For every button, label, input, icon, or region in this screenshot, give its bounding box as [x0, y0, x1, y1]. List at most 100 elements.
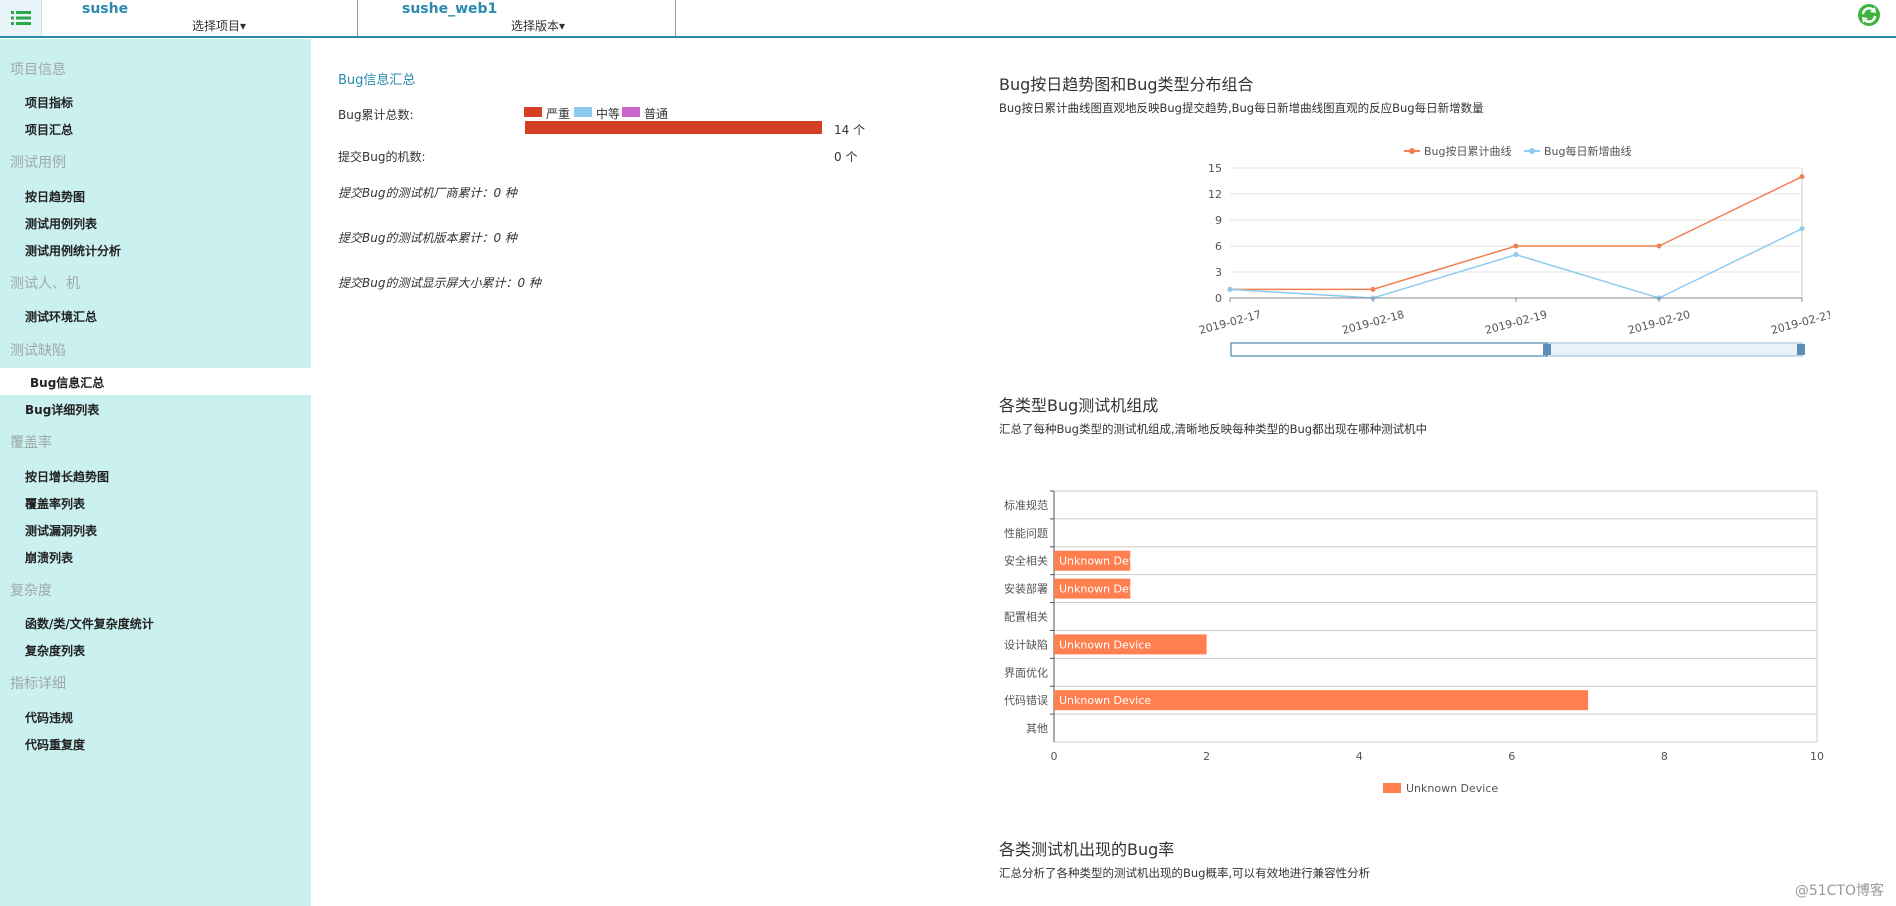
- device-section-subtitle: 汇总了每种Bug类型的测试机组成,清晰地反映每种类型的Bug都出现在哪种测试机中: [999, 422, 1428, 436]
- data-point: [1370, 286, 1376, 292]
- category-label: 配置相关: [1004, 610, 1048, 624]
- sidebar-item-crash-list[interactable]: 崩溃列表: [25, 549, 73, 566]
- x-tick-label: 2019-02-17: [1198, 308, 1263, 337]
- x-tick-label: 0: [1051, 750, 1058, 763]
- bug-trend-line-chart: Bug按日累计曲线 Bug每日新增曲线 0 3 6 9 12 15 2019-02-17 201…: [1198, 144, 1830, 357]
- x-tick-label: 2019-02-21: [1770, 308, 1830, 337]
- x-tick-label: 2019-02-19: [1484, 308, 1549, 337]
- category-label: 设计缺陷: [1004, 637, 1048, 651]
- x-tick-label: 10: [1810, 750, 1824, 763]
- version-name: sushe_web1: [402, 1, 498, 17]
- zoom-slider-window[interactable]: [1230, 342, 1548, 357]
- data-point: [1513, 243, 1519, 249]
- sidebar-item-project-summary[interactable]: 项目汇总: [25, 121, 73, 138]
- x-tick-label: 2: [1203, 750, 1210, 763]
- sidebar-nav: 项目信息 项目指标 项目汇总 测试用例 按日趋势图 测试用例列表 测试用例统计分…: [0, 39, 311, 906]
- y-tick-label: 15: [1208, 162, 1222, 175]
- y-tick-label: 12: [1208, 188, 1222, 201]
- sidebar-section-title: 复杂度: [10, 583, 52, 599]
- version-selector[interactable]: sushe_web1 选择版本▾: [358, 0, 676, 36]
- legend-swatch-normal: [622, 107, 640, 117]
- sidebar-section-title: 覆盖率: [10, 435, 52, 451]
- vendor-count-label: 提交Bug的测试机厂商累计：0 种: [338, 186, 517, 200]
- legend-label: Bug每日新增曲线: [1544, 144, 1632, 158]
- chart-grid: [1230, 167, 1803, 299]
- legend-swatch-severe: [524, 107, 542, 117]
- watermark: @51CTO博客: [1794, 883, 1884, 899]
- caret-down-icon: ▾: [240, 19, 247, 33]
- legend-label: Unknown Device: [1406, 782, 1498, 795]
- category-label: 标准规范: [1004, 498, 1048, 512]
- category-label: 安装部署: [1004, 582, 1048, 596]
- chart-axis: 0 3 6 9 12 15 2019-02-17 2019-02-18 2019-02-19 20…: [1198, 162, 1830, 337]
- data-point: [1799, 226, 1805, 232]
- sidebar-item-env-summary[interactable]: 测试环境汇总: [25, 308, 97, 325]
- machines-label: 提交Bug的机数:: [338, 150, 426, 164]
- data-point: [1656, 243, 1662, 249]
- os-version-count-label: 提交Bug的测试机版本累计：0 种: [338, 231, 517, 245]
- device-section-title: 各类型Bug测试机组成: [999, 396, 1159, 415]
- x-tick-label: 2019-02-18: [1341, 308, 1406, 337]
- legend-swatch-medium: [574, 107, 592, 117]
- top-bar: sushe 选择项目▾ sushe_web1 选择版本▾: [0, 0, 1896, 38]
- trend-section-title: Bug按日趋势图和Bug类型分布组合: [999, 75, 1254, 94]
- rate-section-title: 各类测试机出现的Bug率: [999, 840, 1175, 859]
- bug-total-bar: [525, 121, 822, 134]
- y-tick-label: 6: [1215, 240, 1222, 253]
- sidebar-item-code-violation[interactable]: 代码违规: [25, 709, 73, 726]
- zoom-slider-handle-left[interactable]: [1543, 344, 1551, 355]
- x-tick-label: 8: [1661, 750, 1668, 763]
- legend-label-medium: 中等: [596, 107, 621, 121]
- sidebar-item-project-metrics[interactable]: 项目指标: [25, 94, 73, 111]
- sidebar-section-title: 指标详细: [10, 676, 66, 692]
- caret-down-icon: ▾: [559, 19, 566, 33]
- chart-legend: Bug按日累计曲线 Bug每日新增曲线: [1404, 144, 1632, 158]
- refresh-icon[interactable]: [1856, 2, 1882, 28]
- sidebar-item-testcase-list[interactable]: 测试用例列表: [25, 215, 97, 232]
- sidebar-section-title: 测试用例: [10, 155, 66, 171]
- data-point: [1799, 174, 1805, 180]
- legend-swatch: [1383, 783, 1401, 793]
- category-label: 代码错误: [1004, 693, 1048, 707]
- machines-value: 0 个: [834, 150, 858, 164]
- sidebar-item-coverage-list[interactable]: 覆盖率列表: [25, 495, 85, 512]
- project-dropdown[interactable]: 选择项目▾: [192, 17, 246, 34]
- list-menu-icon: [10, 11, 31, 25]
- legend-marker: [1529, 148, 1535, 154]
- bug-total-label: Bug累计总数:: [338, 108, 414, 122]
- project-selector[interactable]: sushe 选择项目▾: [42, 0, 358, 36]
- page-title: Bug信息汇总: [338, 73, 416, 88]
- category-label: 界面优化: [1004, 665, 1048, 679]
- category-label: 性能问题: [1004, 526, 1048, 540]
- y-tick-label: 9: [1215, 214, 1222, 227]
- legend-label-severe: 严重: [546, 107, 571, 121]
- sidebar-item-code-duplication[interactable]: 代码重复度: [25, 736, 85, 753]
- sidebar-item-vuln-list[interactable]: 测试漏洞列表: [25, 522, 97, 539]
- sidebar-item-bug-summary[interactable]: Bug信息汇总: [30, 374, 104, 391]
- legend-marker: [1409, 148, 1415, 154]
- x-tick-label: 4: [1356, 750, 1363, 763]
- sidebar-item-bug-list[interactable]: Bug详细列表: [25, 401, 99, 418]
- legend-label-normal: 普通: [644, 107, 669, 121]
- sidebar-section-title: 项目信息: [10, 62, 66, 78]
- sidebar-section-title: 测试人、机: [10, 276, 80, 292]
- chart-series: [1227, 174, 1805, 301]
- sidebar-item-complexity-list[interactable]: 复杂度列表: [25, 642, 85, 659]
- sidebar-item-growth-trend[interactable]: 按日增长趋势图: [25, 468, 109, 485]
- version-dropdown[interactable]: 选择版本▾: [511, 17, 565, 34]
- category-label: 安全相关: [1004, 554, 1048, 568]
- trend-section-subtitle: Bug按日累计曲线图直观地反映Bug提交趋势,Bug每日新增曲线图直观的反应Bu…: [999, 101, 1484, 115]
- data-point: [1513, 252, 1519, 258]
- sidebar-item-testcase-stats[interactable]: 测试用例统计分析: [25, 242, 121, 259]
- sidebar-item-complexity-stats[interactable]: 函数/类/文件复杂度统计: [25, 615, 154, 632]
- menu-toggle-button[interactable]: [0, 0, 42, 36]
- zoom-slider-handle-right[interactable]: [1797, 344, 1805, 355]
- project-name: sushe: [82, 1, 129, 17]
- sidebar-item-daily-trend[interactable]: 按日趋势图: [25, 188, 85, 205]
- rate-section-subtitle: 汇总分析了各种类型的测试机出现的Bug概率,可以有效地进行兼容性分析: [999, 866, 1371, 880]
- sidebar-section-title: 测试缺陷: [10, 343, 66, 359]
- data-point: [1227, 286, 1233, 292]
- bar-label: Unknown Device: [1059, 694, 1151, 707]
- bug-device-bar-chart: 标准规范性能问题安全相关 Unknown Device 安装部署 Unknown De…: [1004, 490, 1824, 795]
- category-label: 其他: [1026, 722, 1048, 735]
